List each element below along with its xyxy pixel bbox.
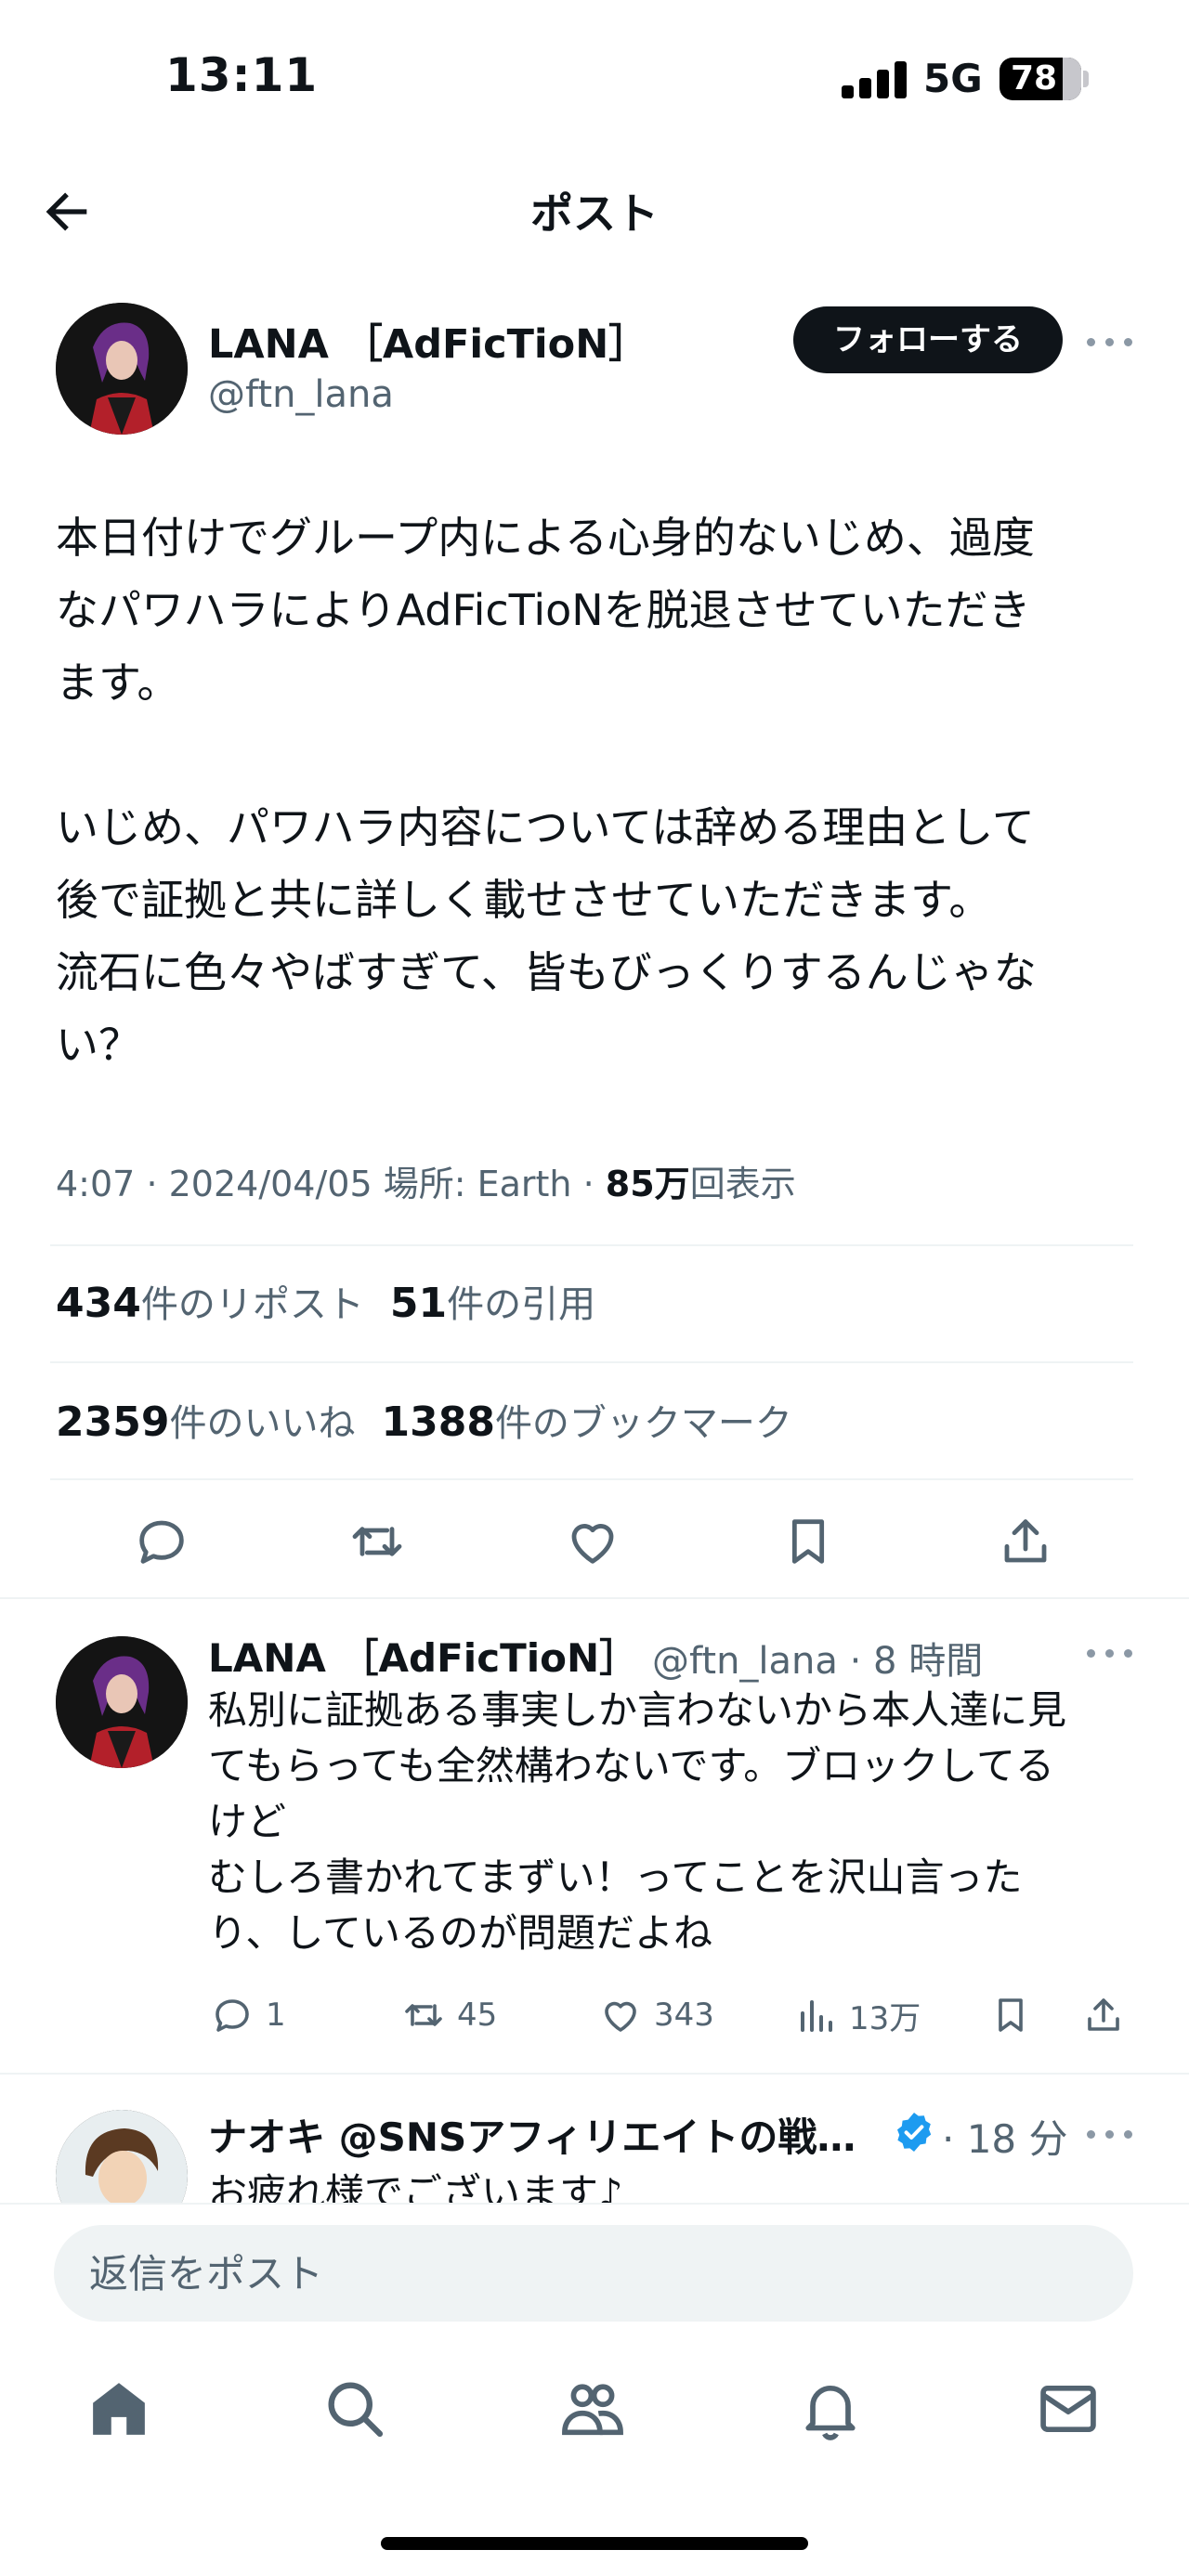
reply-reply-button[interactable]: 1	[210, 1987, 286, 2043]
more-icon[interactable]	[1083, 2125, 1139, 2143]
repost-count: 45	[457, 1997, 498, 2034]
reply-bookmark-button[interactable]	[988, 1987, 1044, 2043]
battery-cap	[1083, 71, 1089, 87]
reposts-stat[interactable]: 434件のリポスト	[56, 1280, 364, 1327]
reply-input[interactable]	[54, 2225, 1133, 2322]
tweet-time[interactable]: 4:07	[56, 1164, 135, 1204]
messages-icon[interactable]	[1033, 2374, 1104, 2444]
views-count: 85万	[605, 1164, 690, 1204]
divider	[0, 1597, 1189, 1599]
communities-icon[interactable]	[557, 2374, 628, 2444]
views-icon	[801, 2000, 832, 2032]
bookmark-icon[interactable]	[778, 1512, 838, 1571]
tweet-text: 本日付けでグループ内による心身的ないじめ、過度 なパワハラによりAdFicTio…	[56, 513, 1037, 1070]
reply-views-button[interactable]: 13万	[793, 1987, 921, 2043]
third-avatar[interactable]	[56, 2110, 188, 2203]
reply-like-button[interactable]: 343	[598, 1987, 714, 2043]
divider	[0, 2203, 1189, 2205]
tweet-action-bar	[0, 1504, 1189, 1579]
reply-text: 私別に証拠ある事実しか言わないから本人達に見 てもらっても全然構わないです。ブロ…	[208, 1687, 1067, 1956]
reply-action-bar: 1 45 343 13万	[0, 1987, 1189, 2043]
third-author-name[interactable]: ナオキ @SNSアフィリエイトの戦…	[208, 2106, 856, 2163]
notifications-icon[interactable]	[795, 2374, 866, 2444]
stats-row-reposts: 434件のリポスト 51件の引用	[56, 1274, 595, 1328]
status-time: 13:11	[165, 48, 319, 102]
author-handle[interactable]: @ftn_lana	[208, 373, 394, 416]
reply-share-button[interactable]	[1081, 1987, 1137, 2043]
home-indicator[interactable]	[381, 2537, 808, 2550]
reply-author-name[interactable]: LANA ［AdFicTioN］	[208, 1627, 638, 1684]
like-icon[interactable]	[563, 1512, 622, 1571]
divider	[50, 1244, 1133, 1246]
views-label: 回表示	[689, 1164, 796, 1204]
divider	[50, 1361, 1133, 1363]
verified-icon	[897, 2113, 932, 2152]
repost-icon[interactable]	[347, 1512, 407, 1571]
header: ポスト	[0, 158, 1189, 260]
reply-handle-time[interactable]: @ftn_lana · 8 時間	[652, 1631, 983, 1685]
bookmark-icon	[999, 1998, 1023, 2032]
battery-icon: 78	[1000, 58, 1081, 100]
tweet-location: 場所: Earth	[383, 1164, 572, 1204]
views-count: 13万	[849, 1999, 921, 2037]
tweet-date[interactable]: 2024/04/05	[169, 1164, 372, 1204]
reply-count: 1	[266, 1997, 286, 2034]
reply-repost-button[interactable]: 45	[401, 1987, 497, 2043]
bottom-nav	[0, 2359, 1189, 2470]
divider	[50, 1478, 1133, 1480]
signal-icon	[842, 59, 908, 98]
likes-stat[interactable]: 2359件のいいね	[56, 1399, 355, 1446]
third-text: お疲れ様でございます♪	[208, 2170, 623, 2203]
like-count: 343	[654, 1997, 714, 2034]
follow-button[interactable]: フォローする	[793, 306, 1063, 373]
stats-row-likes: 2359件のいいね 1388件のブックマーク	[56, 1393, 792, 1447]
repost-icon	[405, 2004, 442, 2026]
like-icon	[605, 2001, 636, 2032]
reply-icon[interactable]	[132, 1512, 191, 1571]
search-icon[interactable]	[320, 2374, 390, 2444]
more-icon[interactable]	[1083, 332, 1139, 351]
third-time[interactable]: · 18 分	[942, 2108, 1068, 2165]
quotes-stat[interactable]: 51件の引用	[390, 1280, 595, 1327]
network-label: 5G	[923, 56, 983, 101]
tweet-meta: 4:07 · 2024/04/05 場所: Earth · 85万回表示	[56, 1164, 796, 1204]
home-icon[interactable]	[84, 2374, 154, 2444]
share-icon[interactable]	[996, 1512, 1055, 1571]
bookmarks-stat[interactable]: 1388件のブックマーク	[381, 1399, 791, 1446]
reply-avatar[interactable]	[56, 1636, 188, 1768]
reply-icon	[216, 1999, 249, 2032]
share-icon	[1088, 1998, 1119, 2031]
avatar[interactable]	[56, 303, 188, 435]
battery-level: 78	[1011, 59, 1058, 98]
author-name[interactable]: LANA ［AdFicTioN］	[208, 312, 648, 370]
status-bar: 13:11 5G 78	[0, 0, 1189, 158]
third-reply: ナオキ @SNSアフィリエイトの戦… · 18 分 お疲れ様でございます♪	[0, 2073, 1189, 2203]
page-title: ポスト	[530, 189, 659, 239]
more-icon[interactable]	[1083, 1644, 1139, 1662]
